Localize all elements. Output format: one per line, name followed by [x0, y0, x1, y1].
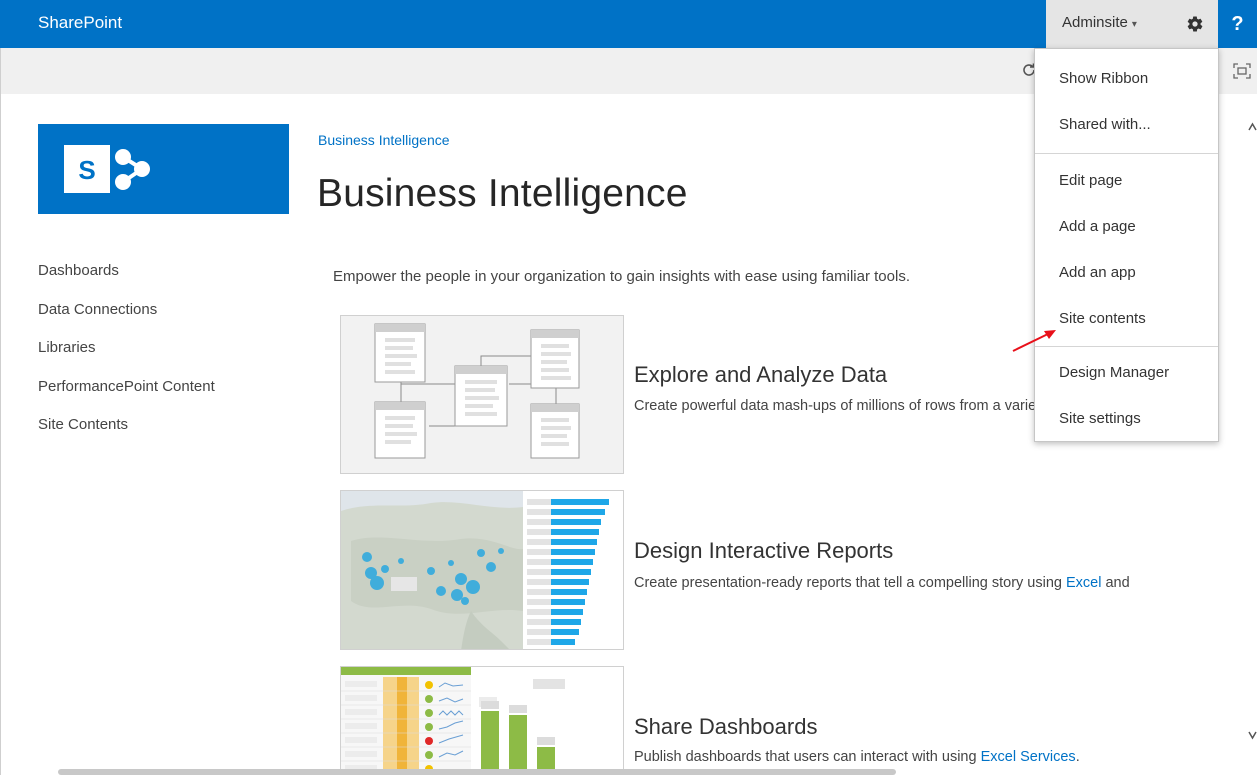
menu-item-add-a-page[interactable]: Add a page: [1059, 218, 1136, 235]
suite-bar: SharePoint Adminsite ▾ ?: [0, 0, 1257, 48]
page-left-border: [0, 94, 1, 775]
menu-item-shared-with[interactable]: Shared with...: [1059, 116, 1151, 133]
user-menu-button[interactable]: Adminsite ▾: [1046, 0, 1172, 48]
left-navigation: Dashboards Data Connections Libraries Pe…: [38, 262, 215, 455]
nav-item-dashboards[interactable]: Dashboards: [38, 262, 215, 301]
intro-text: Empower the people in your organization …: [333, 268, 910, 285]
scroll-up-arrow-icon[interactable]: [1248, 122, 1257, 132]
dashboard-scorecard-icon: [341, 667, 565, 774]
user-name: Adminsite: [1062, 14, 1128, 31]
menu-item-site-contents[interactable]: Site contents: [1059, 310, 1146, 327]
menu-item-show-ribbon[interactable]: Show Ribbon: [1059, 70, 1148, 87]
tile-description-share-text: Publish dashboards that users can intera…: [634, 749, 981, 765]
nav-item-site-contents[interactable]: Site Contents: [38, 416, 215, 455]
sharepoint-brand-link[interactable]: SharePoint: [38, 13, 122, 33]
menu-separator: [1035, 153, 1218, 154]
menu-item-add-an-app[interactable]: Add an app: [1059, 264, 1136, 281]
gear-icon: [1187, 16, 1203, 32]
menu-item-edit-page[interactable]: Edit page: [1059, 172, 1122, 189]
menu-item-design-manager[interactable]: Design Manager: [1059, 364, 1169, 381]
breadcrumb[interactable]: Business Intelligence: [318, 132, 450, 148]
page-title: Business Intelligence: [317, 172, 688, 215]
excel-services-link[interactable]: Excel Services: [981, 749, 1076, 765]
tile-description-design-suffix: and: [1101, 575, 1130, 591]
sharepoint-logo-icon: S: [64, 145, 150, 193]
annotation-arrow-icon: [1012, 330, 1056, 352]
tile-heading-explore[interactable]: Explore and Analyze Data: [634, 362, 887, 388]
tile-description-share-suffix: .: [1075, 749, 1080, 765]
focus-mode-icon[interactable]: [1233, 63, 1251, 79]
help-button[interactable]: ?: [1218, 0, 1257, 48]
logo-letter: S: [78, 155, 95, 185]
share-dashboards-image[interactable]: [340, 666, 624, 775]
scroll-down-arrow-icon[interactable]: [1248, 730, 1257, 740]
menu-item-site-settings[interactable]: Site settings: [1059, 410, 1141, 427]
map-report-icon: [341, 491, 609, 649]
chevron-down-icon: ▾: [1131, 19, 1137, 30]
nav-item-libraries[interactable]: Libraries: [38, 339, 215, 378]
data-model-diagram-icon: [374, 323, 580, 459]
nav-item-performancepoint-content[interactable]: PerformancePoint Content: [38, 378, 215, 417]
menu-separator: [1035, 346, 1218, 347]
tile-heading-share[interactable]: Share Dashboards: [634, 714, 817, 740]
excel-link[interactable]: Excel: [1066, 575, 1101, 591]
settings-button[interactable]: [1172, 0, 1218, 48]
explore-data-image[interactable]: [340, 315, 624, 474]
tile-description-share: Publish dashboards that users can intera…: [634, 749, 1257, 765]
nav-item-data-connections[interactable]: Data Connections: [38, 301, 215, 340]
site-logo[interactable]: S: [38, 124, 289, 214]
settings-menu: Show Ribbon Shared with... Edit page Add…: [1034, 48, 1219, 442]
tile-description-design-text: Create presentation-ready reports that t…: [634, 575, 1066, 591]
horizontal-scrollbar-thumb[interactable]: [58, 769, 896, 775]
design-reports-image[interactable]: [340, 490, 624, 650]
tile-heading-design[interactable]: Design Interactive Reports: [634, 538, 893, 564]
tile-description-design: Create presentation-ready reports that t…: [634, 575, 1257, 591]
